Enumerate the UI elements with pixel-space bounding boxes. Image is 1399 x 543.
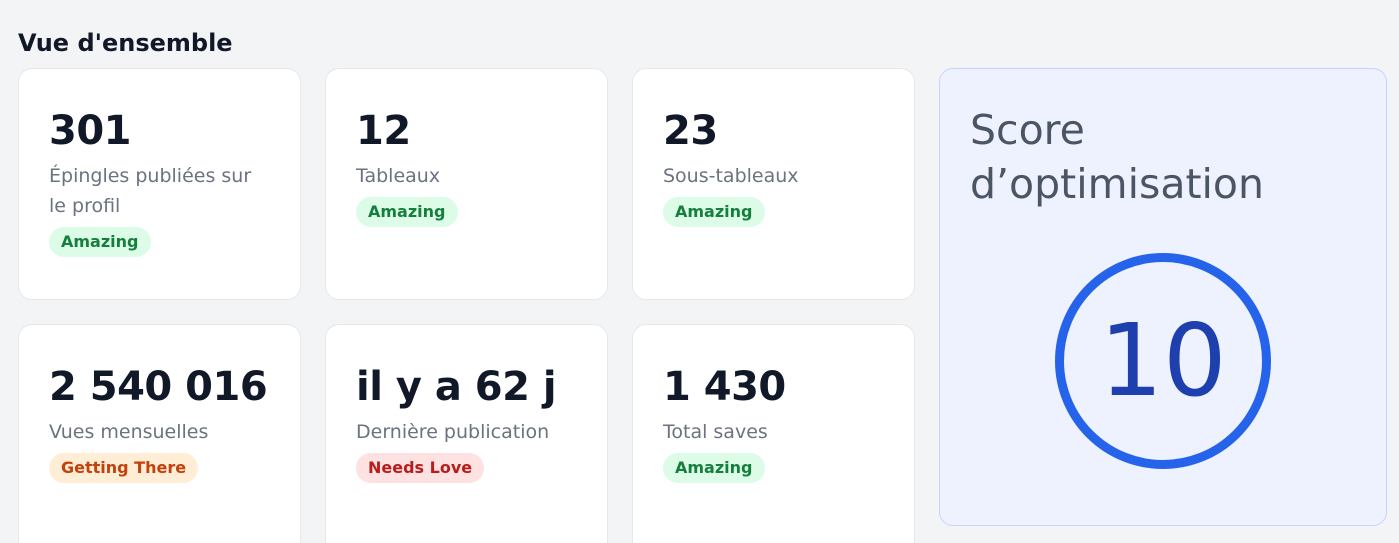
stat-label: Tableaux [356, 165, 441, 187]
score-value: 10 [1099, 302, 1227, 419]
stat-value: 301 [49, 108, 132, 154]
stat-label: Épingles publiées sur le profil [49, 165, 252, 217]
stat-value: 2 540 016 [49, 364, 268, 410]
optimization-score-card: Score d’optimisation 10 [939, 68, 1387, 526]
stat-card-pins: 301 Épingles publiées sur le profil Amaz… [18, 68, 301, 300]
stat-card-monthly-views: 2 540 016 Vues mensuelles Getting There [18, 324, 301, 543]
status-badge: Amazing [663, 197, 765, 227]
stat-card-boards: 12 Tableaux Amazing [325, 68, 608, 300]
stat-label: Sous-tableaux [663, 165, 799, 187]
status-badge: Amazing [49, 227, 151, 257]
status-badge: Amazing [356, 197, 458, 227]
stat-value: il y a 62 j [356, 364, 557, 410]
status-badge: Needs Love [356, 453, 485, 483]
score-title: Score d’optimisation [970, 106, 1264, 208]
status-badge: Getting There [49, 453, 199, 483]
stat-label: Dernière publication [356, 421, 550, 443]
stat-card-last-publication: il y a 62 j Dernière publication Needs L… [325, 324, 608, 543]
overview-page: Vue d'ensemble 301 Épingles publiées sur… [0, 0, 1399, 543]
status-badge: Amazing [663, 453, 765, 483]
stat-card-sub-boards: 23 Sous-tableaux Amazing [632, 68, 915, 300]
stat-value: 23 [663, 108, 718, 154]
stat-label: Vues mensuelles [49, 421, 209, 443]
stat-label: Total saves [663, 421, 768, 443]
section-title: Vue d'ensemble [18, 29, 233, 57]
stat-value: 1 430 [663, 364, 786, 410]
score-ring: 10 [1055, 253, 1271, 469]
stat-card-total-saves: 1 430 Total saves Amazing [632, 324, 915, 543]
stat-value: 12 [356, 108, 411, 154]
